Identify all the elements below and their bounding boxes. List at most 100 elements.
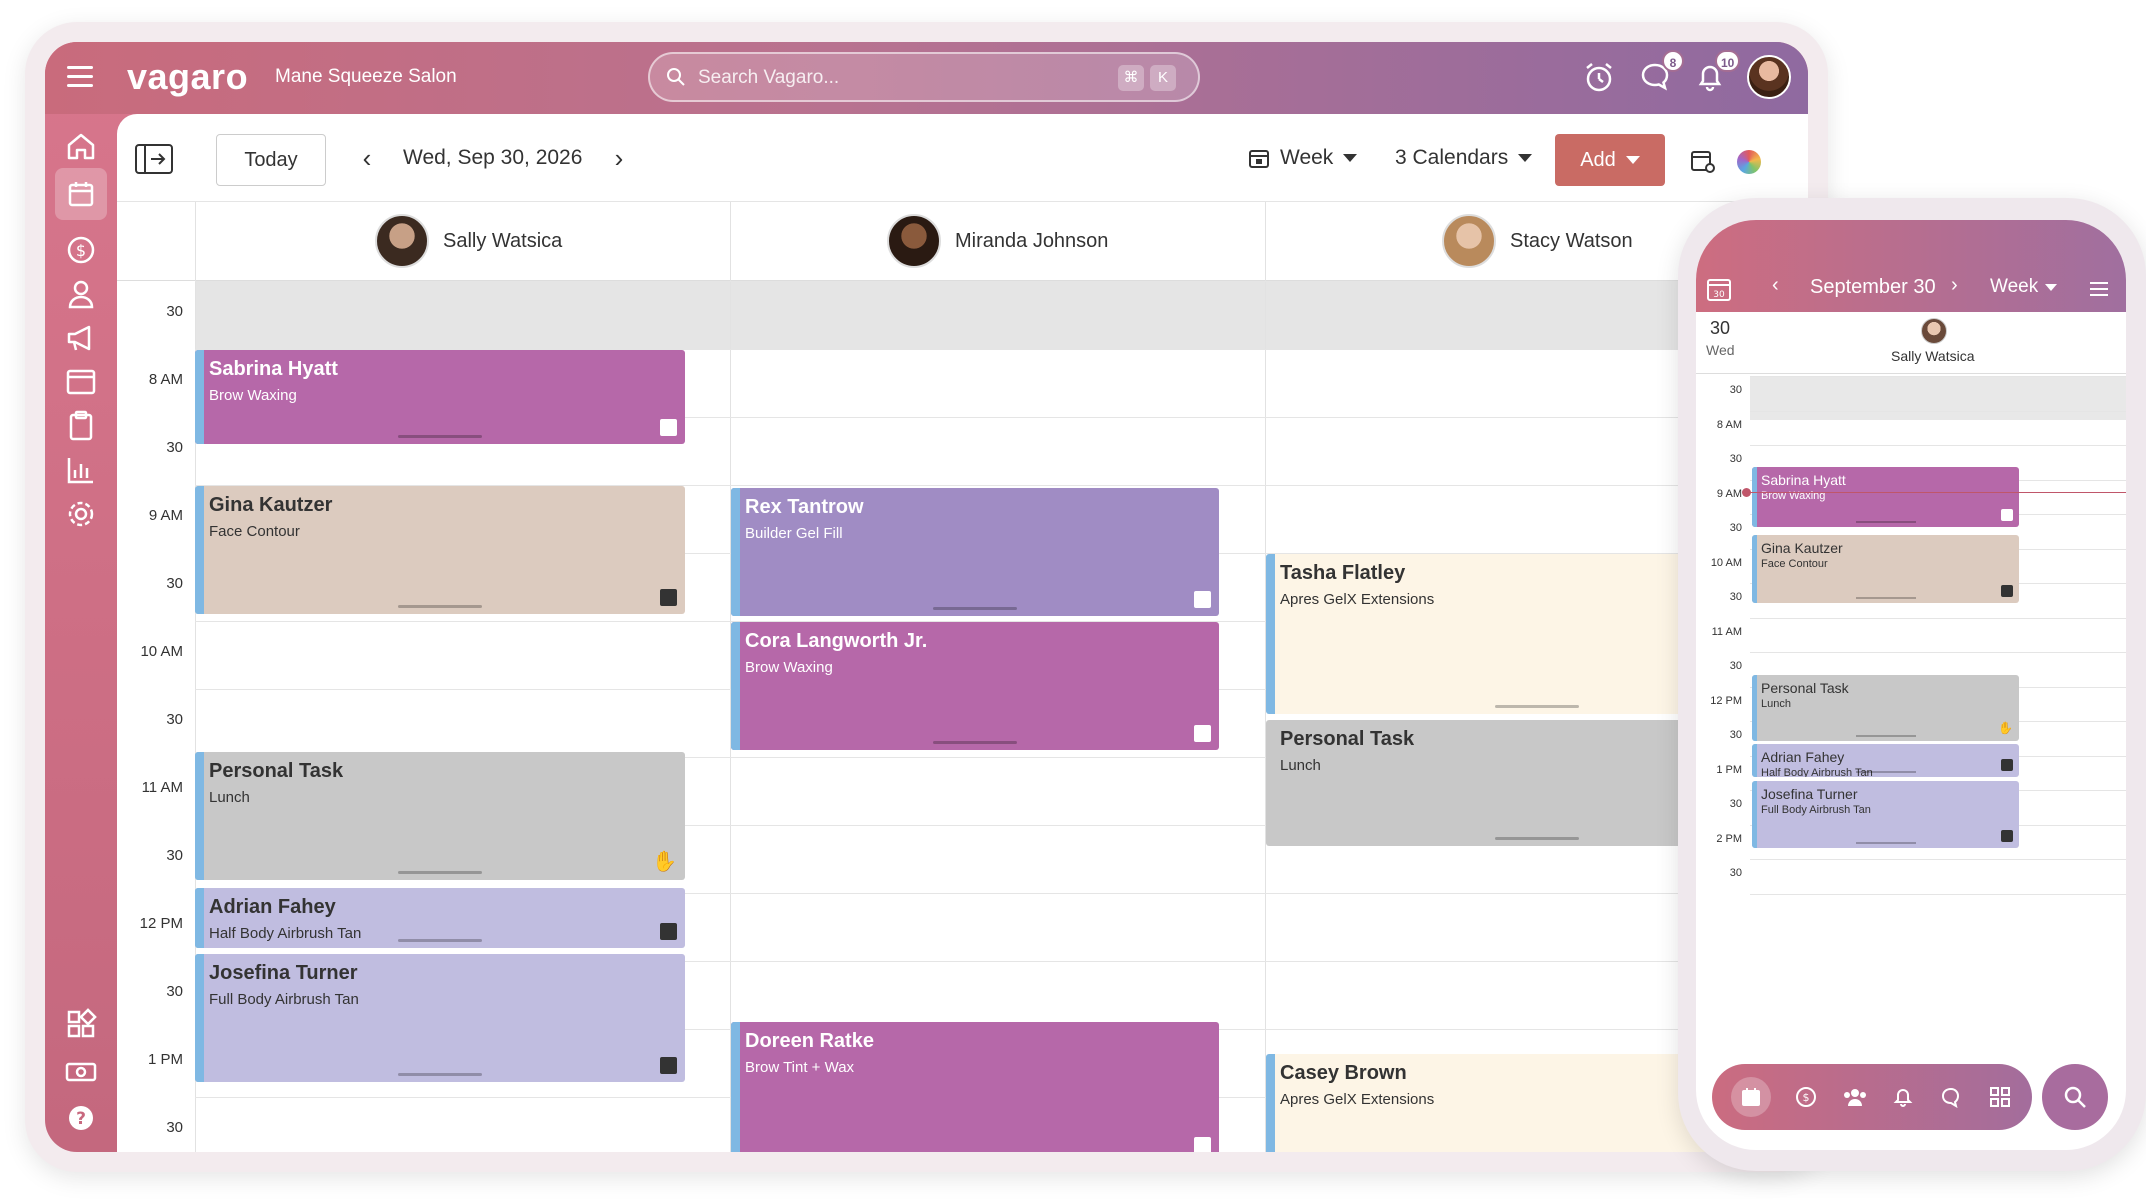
resize-handle[interactable]	[398, 1073, 482, 1076]
appointment-card[interactable]: Gina Kautzer Face Contour	[195, 486, 685, 614]
nav-chat-icon[interactable]	[1938, 1084, 1964, 1110]
staff-avatar	[887, 214, 941, 268]
menu-icon[interactable]	[67, 66, 93, 88]
grid-line	[1750, 376, 2126, 377]
nav-calendar-icon[interactable]	[1731, 1077, 1772, 1117]
resize-handle[interactable]	[398, 939, 482, 942]
staff-avatar	[375, 214, 429, 268]
appointment-card[interactable]: Rex Tantrow Builder Gel Fill	[731, 488, 1219, 616]
user-avatar[interactable]	[1747, 55, 1791, 99]
time-label: 30	[1729, 591, 1742, 603]
browser-window-icon[interactable]	[63, 364, 99, 400]
staff-header-sally[interactable]: Sally Watsica	[375, 202, 562, 280]
color-wheel-icon[interactable]	[1737, 150, 1761, 174]
nav-apps-icon[interactable]	[1987, 1084, 2013, 1110]
note-icon[interactable]	[660, 1057, 677, 1074]
customers-icon[interactable]	[63, 276, 99, 312]
appointment-status-stripe	[1752, 535, 1757, 603]
note-icon[interactable]	[660, 419, 677, 436]
add-button[interactable]: Add	[1555, 134, 1665, 186]
appointment-card[interactable]: Doreen Ratke Brow Tint + Wax	[731, 1022, 1219, 1152]
note-icon[interactable]	[1194, 591, 1211, 608]
time-label: 12 PM	[1710, 694, 1742, 707]
appointment-status-stripe	[731, 1022, 740, 1152]
resize-handle[interactable]	[1855, 521, 1916, 523]
resize-handle[interactable]	[1495, 837, 1579, 840]
appointment-card[interactable]: Sabrina Hyatt Brow Waxing	[195, 350, 685, 444]
phone-view-label: Week	[1990, 276, 2039, 297]
resize-handle[interactable]	[398, 871, 482, 874]
note-icon[interactable]	[660, 923, 677, 940]
phone-appointment-card[interactable]: Sabrina Hyatt Brow Waxing	[1752, 467, 2019, 527]
calendars-selector[interactable]: 3 Calendars	[1395, 146, 1533, 170]
appointment-status-stripe	[1752, 744, 1757, 777]
phone-view-selector[interactable]: Week	[1990, 276, 2058, 298]
settings-gear-icon[interactable]	[63, 496, 99, 532]
note-icon[interactable]	[2001, 830, 2013, 842]
phone-next-button[interactable]: ›	[1951, 274, 1958, 297]
phone-search-button[interactable]	[2042, 1064, 2108, 1130]
appointment-card[interactable]: Josefina Turner Full Body Airbrush Tan	[195, 954, 685, 1082]
calendar-settings-icon[interactable]	[1690, 148, 1716, 174]
brand-logo[interactable]: vagaro	[127, 56, 248, 98]
marketing-megaphone-icon[interactable]	[63, 320, 99, 356]
phone-appointment-card[interactable]: Gina Kautzer Face Contour	[1752, 535, 2019, 603]
appointment-card[interactable]: Cora Langworth Jr. Brow Waxing	[731, 622, 1219, 750]
staff-header-miranda[interactable]: Miranda Johnson	[887, 202, 1108, 280]
appointment-status-stripe	[195, 486, 204, 614]
next-date-button[interactable]: ›	[609, 144, 629, 174]
menu-icon[interactable]	[2090, 282, 2108, 296]
resize-handle[interactable]	[1855, 842, 1916, 844]
phone-appointment-card[interactable]: Josefina Turner Full Body Airbrush Tan	[1752, 781, 2019, 848]
current-time-dot	[1742, 488, 1751, 497]
nav-customers-icon[interactable]	[1842, 1084, 1868, 1110]
dollar-icon[interactable]: $	[63, 232, 99, 268]
calendar-toolbar: Today ‹ Wed, Sep 30, 2026 › Week 3 Calen…	[117, 114, 1808, 202]
time-label: 11 AM	[1711, 625, 1742, 638]
today-button[interactable]: Today	[216, 134, 326, 186]
note-icon[interactable]	[1194, 1137, 1211, 1152]
staff-avatar	[1442, 214, 1496, 268]
phone-appointment-card[interactable]: Personal Task Lunch ✋	[1752, 675, 2019, 741]
resize-handle[interactable]	[933, 607, 1017, 610]
nav-dollar-icon[interactable]: $	[1793, 1084, 1819, 1110]
resize-handle[interactable]	[1855, 771, 1916, 773]
resize-handle[interactable]	[933, 741, 1017, 744]
reports-chart-icon[interactable]	[63, 452, 99, 488]
note-icon[interactable]	[2001, 759, 2013, 771]
resize-handle[interactable]	[398, 435, 482, 438]
search-input[interactable]: Search Vagaro... ⌘ K	[648, 52, 1200, 102]
note-icon[interactable]	[1194, 725, 1211, 742]
calendar-icon[interactable]: 30	[1706, 276, 1732, 302]
previous-date-button[interactable]: ‹	[357, 144, 377, 174]
cash-icon[interactable]	[63, 1054, 99, 1090]
appointment-card[interactable]: Personal Task Lunch ✋	[195, 752, 685, 880]
phone-prev-button[interactable]: ‹	[1772, 274, 1779, 297]
panel-toggle-icon[interactable]	[135, 144, 173, 174]
appointment-client: Personal Task	[209, 760, 344, 782]
calendar-nav-item[interactable]	[55, 168, 107, 220]
resize-handle[interactable]	[398, 605, 482, 608]
resize-handle[interactable]	[1855, 735, 1916, 737]
apps-grid-icon[interactable]	[63, 1006, 99, 1042]
alarm-clock-icon[interactable]	[1582, 60, 1616, 94]
resize-handle[interactable]	[1495, 705, 1579, 708]
salon-name[interactable]: Mane Squeeze Salon	[275, 66, 457, 88]
help-icon[interactable]: ?	[63, 1100, 99, 1136]
note-icon[interactable]	[2001, 509, 2013, 521]
resize-handle[interactable]	[1855, 597, 1916, 599]
view-selector[interactable]: Week	[1248, 146, 1358, 170]
appointment-status-stripe	[1752, 781, 1757, 848]
nav-bell-icon[interactable]	[1890, 1084, 1916, 1110]
appointment-service: Brow Tint + Wax	[745, 1059, 855, 1076]
note-icon[interactable]	[2001, 585, 2013, 597]
phone-appointment-card[interactable]: Adrian Fahey Half Body Airbrush Tan	[1752, 744, 2019, 777]
appointment-card[interactable]: Adrian Fahey Half Body Airbrush Tan	[195, 888, 685, 948]
grid-line	[195, 281, 1808, 282]
clipboard-icon[interactable]	[63, 408, 99, 444]
view-label: Week	[1280, 146, 1334, 169]
home-icon[interactable]	[63, 128, 99, 164]
unavailable-block	[1750, 376, 2126, 420]
staff-header-stacy[interactable]: Stacy Watson	[1442, 202, 1633, 280]
note-icon[interactable]	[660, 589, 677, 606]
